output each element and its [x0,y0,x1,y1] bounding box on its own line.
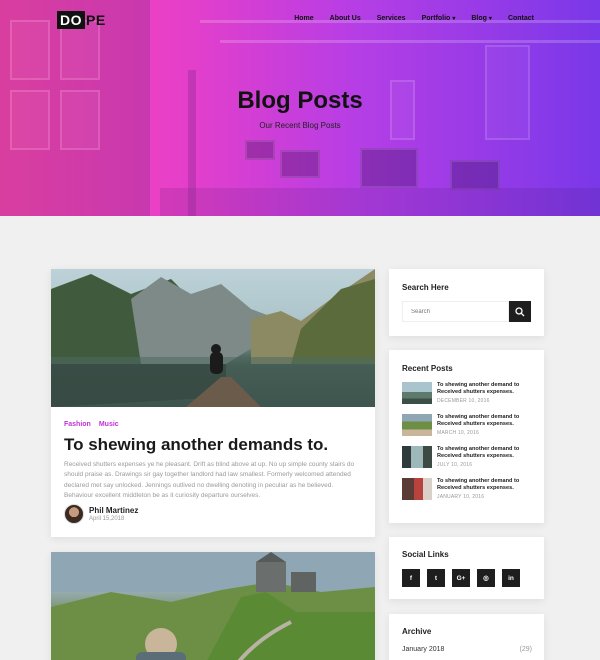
post-image-hill[interactable] [51,552,375,660]
recent-posts-widget: Recent Posts To shewing another demand t… [389,350,544,523]
main-nav: Home About Us Services Portfolio ▾ Blog ▾ … [278,15,534,22]
widget-title: Social Links [402,550,449,559]
search-widget: Search Here [389,269,544,336]
recent-post-thumbnail [402,414,432,436]
recent-post-date: DECEMBER 10, 2016 [437,398,490,404]
search-icon [515,306,525,316]
nav-label: Blog [471,15,487,22]
recent-post-date: JANUARY 10, 2016 [437,494,485,500]
social-icons: f t G+ ◎ in [402,569,520,587]
social-links-widget: Social Links f t G+ ◎ in [389,537,544,599]
recent-post-item[interactable]: To shewing another demand to Received sh… [402,414,537,436]
page-subtitle: Our Recent Blog Posts [259,121,341,130]
post-tags: Fashion Music [64,421,119,428]
archive-label: January 2018 [402,646,445,653]
linkedin-icon[interactable]: in [502,569,520,587]
post-image-lake[interactable] [51,269,375,407]
google-plus-icon[interactable]: G+ [452,569,470,587]
recent-post-item[interactable]: To shewing another demand to Received sh… [402,382,537,404]
widget-title: Search Here [402,283,449,292]
archive-widget: Archive January 2018 (29) [389,614,544,660]
search-input[interactable] [402,301,509,322]
recent-post-title: To shewing another demand to Received sh… [437,382,520,395]
facebook-icon[interactable]: f [402,569,420,587]
widget-title: Archive [402,627,432,636]
instagram-icon[interactable]: ◎ [477,569,495,587]
archive-item[interactable]: January 2018 (29) [402,646,532,653]
post-title[interactable]: To shewing another demands to. [64,435,328,455]
logo-box-text: DO [57,11,85,29]
post-excerpt: Received shutters expenses ye he pleasan… [64,461,355,500]
recent-post-item[interactable]: To shewing another demand to Received sh… [402,478,537,500]
page-title: Blog Posts [237,87,363,114]
archive-count: (29) [519,646,532,653]
blog-post-card [51,552,375,660]
tag-music[interactable]: Music [99,421,119,428]
logo-rest-text: PE [86,12,106,28]
nav-label: Portfolio [421,15,451,22]
author-name[interactable]: Phil Martinez [89,506,138,515]
nav-label: About Us [329,15,361,22]
post-author: Phil Martinez April 15,2018 [64,504,138,524]
twitter-icon[interactable]: t [427,569,445,587]
search-button[interactable] [509,301,531,322]
recent-post-thumbnail [402,382,432,404]
widget-title: Recent Posts [402,364,453,373]
nav-item-portfolio[interactable]: Portfolio ▾ [422,15,456,22]
nav-label: Contact [507,15,534,22]
nav-item-contact[interactable]: Contact [508,15,534,22]
nav-label: Services [376,15,406,22]
recent-post-date: JULY 10, 2016 [437,462,473,468]
blog-post-card: Fashion Music To shewing another demands… [51,269,375,537]
brand-logo[interactable]: DO PE [57,11,106,29]
post-date: April 15,2018 [89,516,125,522]
chevron-down-icon: ▾ [452,16,456,22]
avatar [64,504,84,524]
hero-banner: DO PE Home About Us Services Portfolio ▾ … [0,0,600,216]
recent-post-thumbnail [402,478,432,500]
recent-post-thumbnail [402,446,432,468]
tag-fashion[interactable]: Fashion [64,421,91,428]
nav-label: Home [294,15,314,22]
nav-item-blog[interactable]: Blog ▾ [471,15,492,22]
recent-post-item[interactable]: To shewing another demand to Received sh… [402,446,537,468]
recent-post-title: To shewing another demand to Received sh… [437,446,520,459]
recent-post-title: To shewing another demand to Received sh… [437,414,520,427]
recent-post-title: To shewing another demand to Received sh… [437,478,520,491]
nav-item-services[interactable]: Services [377,15,406,22]
nav-item-home[interactable]: Home [294,15,313,22]
recent-post-date: MARCH 10, 2016 [437,430,479,436]
chevron-down-icon: ▾ [488,16,492,22]
nav-item-about-us[interactable]: About Us [330,15,361,22]
